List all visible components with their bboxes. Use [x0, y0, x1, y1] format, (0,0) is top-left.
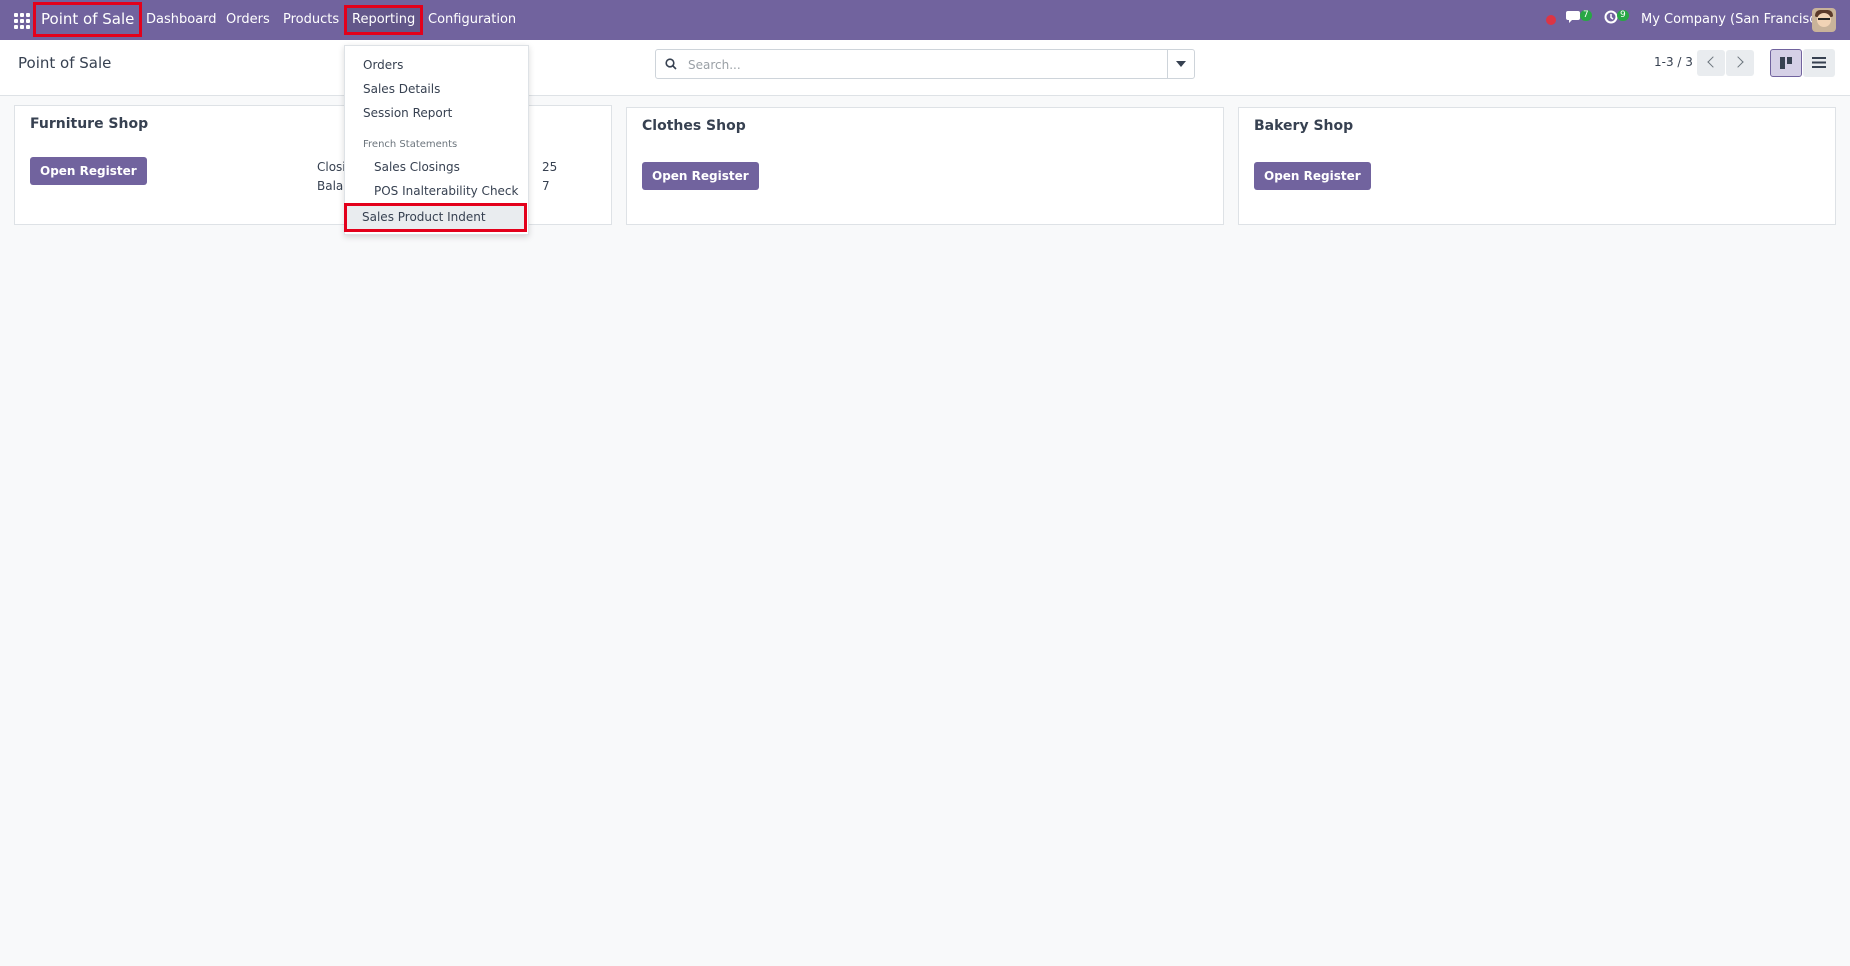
app-brand[interactable]: Point of Sale: [32, 2, 143, 37]
chevron-left-icon: [1707, 56, 1719, 68]
dropdown-item-sales-details[interactable]: Sales Details: [363, 82, 440, 96]
menu-dashboard[interactable]: Dashboard: [146, 8, 217, 32]
open-register-button[interactable]: Open Register: [642, 162, 759, 190]
dropdown-item-session-report[interactable]: Session Report: [363, 106, 452, 120]
dropdown-item-pos-inalterability-check[interactable]: POS Inalterability Check: [374, 184, 518, 198]
menu-reporting[interactable]: Reporting: [343, 5, 424, 35]
control-panel: Point of Sale 1-3 / 3: [0, 40, 1850, 96]
status-dot-icon[interactable]: [1546, 15, 1556, 25]
kanban-icon: [1780, 57, 1792, 69]
closing-label: Closi: [317, 160, 346, 174]
company-switcher[interactable]: My Company (San Francisco): [1641, 12, 1829, 27]
dropdown-item-sales-product-indent[interactable]: Sales Product Indent: [344, 203, 527, 232]
dropdown-item-orders[interactable]: Orders: [363, 58, 403, 72]
search-box[interactable]: [655, 49, 1195, 80]
reporting-dropdown: Orders Sales Details Session Report Fren…: [344, 45, 529, 235]
card-title: Clothes Shop: [642, 118, 746, 134]
pos-card-clothes: Clothes Shop Open Register: [626, 107, 1224, 225]
search-icon: [665, 58, 677, 70]
menu-products[interactable]: Products: [283, 8, 339, 32]
activities-badge: 9: [1617, 10, 1629, 21]
open-register-button[interactable]: Open Register: [1254, 162, 1371, 190]
messages-badge: 7: [1580, 10, 1592, 21]
list-view-button[interactable]: [1803, 49, 1835, 77]
open-register-button[interactable]: Open Register: [30, 157, 147, 185]
chevron-right-icon: [1732, 56, 1744, 68]
caret-down-icon: [1176, 61, 1186, 67]
pager-value[interactable]: 1-3 / 3: [1654, 55, 1693, 69]
list-icon: [1812, 57, 1826, 68]
menu-orders[interactable]: Orders: [226, 8, 270, 32]
top-navbar: Point of Sale Dashboard Orders Products …: [0, 0, 1850, 40]
closing-value: 25: [542, 160, 558, 174]
app-grid-icon[interactable]: [14, 13, 30, 29]
activity-clock-icon[interactable]: [1604, 10, 1618, 28]
kanban-view-button[interactable]: [1770, 49, 1802, 77]
pager-previous-button[interactable]: [1697, 50, 1725, 76]
dropdown-item-sales-closings[interactable]: Sales Closings: [374, 160, 460, 174]
pos-card-bakery: Bakery Shop Open Register: [1238, 107, 1836, 225]
pager-next-button[interactable]: [1726, 50, 1754, 76]
page-title: Point of Sale: [18, 54, 112, 72]
search-options-toggle[interactable]: [1167, 50, 1194, 78]
menu-configuration[interactable]: Configuration: [428, 8, 516, 32]
card-title: Furniture Shop: [30, 116, 149, 132]
user-avatar[interactable]: [1812, 8, 1836, 32]
card-title: Bakery Shop: [1254, 118, 1354, 134]
search-input[interactable]: [686, 50, 1140, 80]
dropdown-section-header: French Statements: [363, 139, 458, 150]
balance-value: 7: [542, 179, 550, 193]
